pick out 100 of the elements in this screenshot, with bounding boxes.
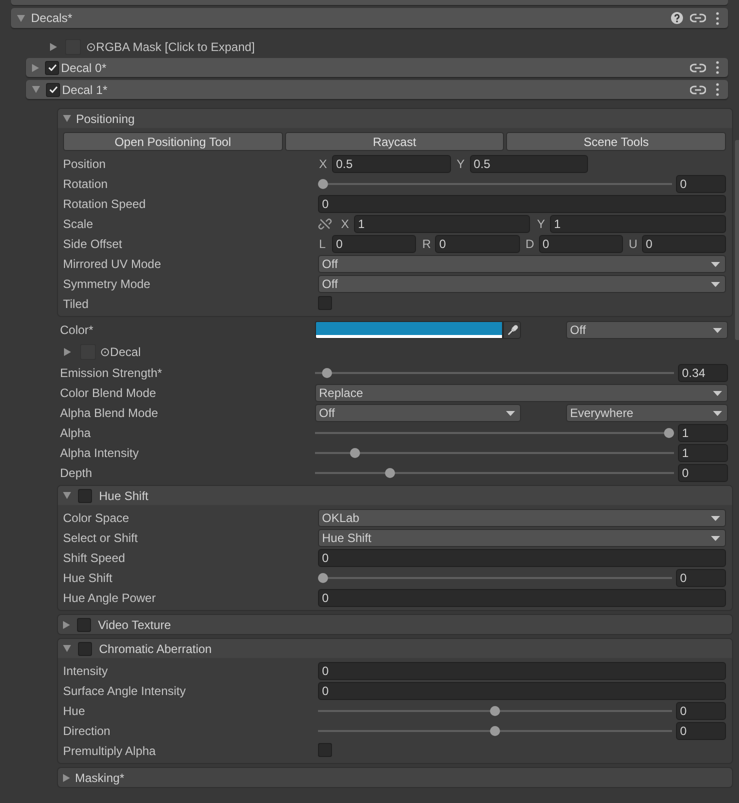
slider-handle[interactable] (384, 468, 395, 478)
field-label: Surface Angle Intensity (63, 684, 187, 698)
number-field[interactable]: 0.5 (470, 155, 588, 173)
slider-handle[interactable] (490, 706, 500, 716)
number-field[interactable]: 0 (318, 195, 726, 213)
caret-down-icon (713, 328, 722, 332)
dropdown[interactable]: Off (318, 255, 726, 273)
field-label: Tiled (63, 297, 90, 311)
link-icon[interactable] (690, 62, 706, 72)
broken-link-icon[interactable] (318, 218, 332, 230)
dropdown[interactable]: Everywhere (566, 404, 728, 422)
tool-button[interactable]: Raycast (284, 132, 504, 151)
color-field[interactable] (315, 321, 503, 339)
link-icon[interactable] (690, 13, 706, 23)
caret-down-icon (713, 390, 722, 396)
field-label: Color Blend Mode (60, 386, 158, 400)
field-label: Color* (60, 323, 94, 337)
field-label: Alpha Intensity (60, 446, 140, 460)
field-label: Hue (63, 704, 86, 718)
section-header[interactable]: Chromatic Aberration (58, 639, 732, 658)
field-label: Color Space (63, 511, 130, 525)
number-field[interactable]: 0.34 (678, 364, 728, 382)
foldout-label[interactable]: ⊙RGBA Mask [Click to Expand] (86, 40, 255, 54)
section-header[interactable]: Masking* (57, 767, 733, 788)
dropdown[interactable]: Hue Shift (318, 529, 726, 547)
axis-label: Y (456, 157, 466, 171)
header-title: Decal 0* (61, 60, 106, 74)
checkbox[interactable] (318, 742, 332, 756)
caret-down-icon (711, 516, 720, 520)
section-title: Hue Shift (99, 488, 148, 502)
number-field[interactable]: 0 (318, 589, 726, 607)
field-label: Direction (63, 724, 112, 738)
help-icon[interactable] (671, 12, 683, 24)
foldout-label[interactable]: ⊙Decal (100, 345, 141, 359)
number-field[interactable]: 1 (678, 424, 728, 442)
number-field[interactable]: 0 (318, 662, 726, 680)
header-title: Decal 1* (62, 82, 108, 96)
number-field[interactable]: 0 (676, 175, 726, 193)
section-title: Masking* (75, 770, 124, 784)
number-field[interactable]: 0 (676, 569, 726, 587)
field-label: Intensity (63, 664, 109, 678)
field-label: Symmetry Mode (63, 277, 152, 291)
dropdown[interactable]: Off (566, 321, 728, 339)
slider-handle[interactable] (664, 428, 674, 438)
field-label: Position (63, 157, 107, 171)
link-icon[interactable] (690, 84, 706, 94)
field-label: Premultiply Alpha (63, 744, 157, 758)
section-header[interactable]: Positioning (58, 109, 732, 128)
field-label: Alpha (60, 426, 92, 440)
checkbox[interactable] (45, 60, 59, 74)
number-field[interactable]: 0 (678, 464, 728, 482)
checkbox[interactable] (46, 82, 60, 96)
number-field[interactable]: 0 (318, 549, 726, 567)
caret-down-icon (713, 410, 722, 416)
number-field[interactable]: 0.5 (332, 155, 451, 173)
section-title: Positioning (76, 112, 135, 126)
dropdown[interactable]: Replace (315, 384, 728, 402)
foldout-header[interactable]: Decal 1* (26, 80, 728, 99)
field-label: Scale (63, 217, 94, 231)
slider-handle[interactable] (318, 573, 328, 583)
foldout-header[interactable]: Decals* (11, 8, 728, 28)
checkbox[interactable] (77, 618, 91, 632)
kebab-menu-icon[interactable] (716, 12, 719, 24)
slider-handle[interactable] (490, 726, 500, 736)
checkbox[interactable] (318, 296, 332, 310)
number-field[interactable]: 1 (354, 215, 530, 233)
caret-down-icon (711, 262, 720, 266)
number-field[interactable]: 0 (318, 682, 726, 700)
caret-down-icon (711, 536, 720, 540)
dropdown[interactable]: Off (318, 275, 726, 293)
field-label: Side Offset (63, 237, 124, 251)
field-label: Shift Speed (63, 551, 126, 565)
section-header[interactable]: Video Texture (57, 614, 733, 635)
field-label: Mirrored UV Mode (63, 257, 162, 271)
axis-label: L (318, 237, 327, 251)
slider-handle[interactable] (350, 448, 360, 458)
foldout-header[interactable]: Decal 0* (26, 58, 728, 77)
kebab-menu-icon[interactable] (716, 83, 719, 96)
number-field[interactable]: 0 (642, 235, 726, 253)
tool-button[interactable]: Open Positioning Tool (63, 132, 283, 151)
number-field[interactable]: 0 (435, 235, 520, 253)
field-label: Hue Angle Power (63, 591, 157, 605)
slider-handle[interactable] (318, 179, 328, 189)
tool-button[interactable]: Scene Tools (506, 132, 726, 151)
number-field[interactable]: 0 (332, 235, 416, 253)
field-label: Rotation (63, 177, 109, 191)
checkbox[interactable] (78, 642, 92, 656)
axis-label: R (421, 237, 432, 251)
kebab-menu-icon[interactable] (716, 61, 719, 74)
number-field[interactable]: 1 (678, 444, 728, 462)
number-field[interactable]: 0 (676, 722, 726, 740)
eyedropper-button[interactable] (503, 321, 521, 339)
dropdown[interactable]: Off (315, 404, 521, 422)
checkbox[interactable] (78, 488, 92, 502)
number-field[interactable]: 0 (676, 702, 726, 720)
dropdown[interactable]: OKLab (318, 509, 726, 527)
section-header[interactable]: Hue Shift (58, 486, 732, 505)
number-field[interactable]: 1 (550, 215, 726, 233)
slider-handle[interactable] (322, 368, 332, 378)
number-field[interactable]: 0 (538, 235, 623, 253)
